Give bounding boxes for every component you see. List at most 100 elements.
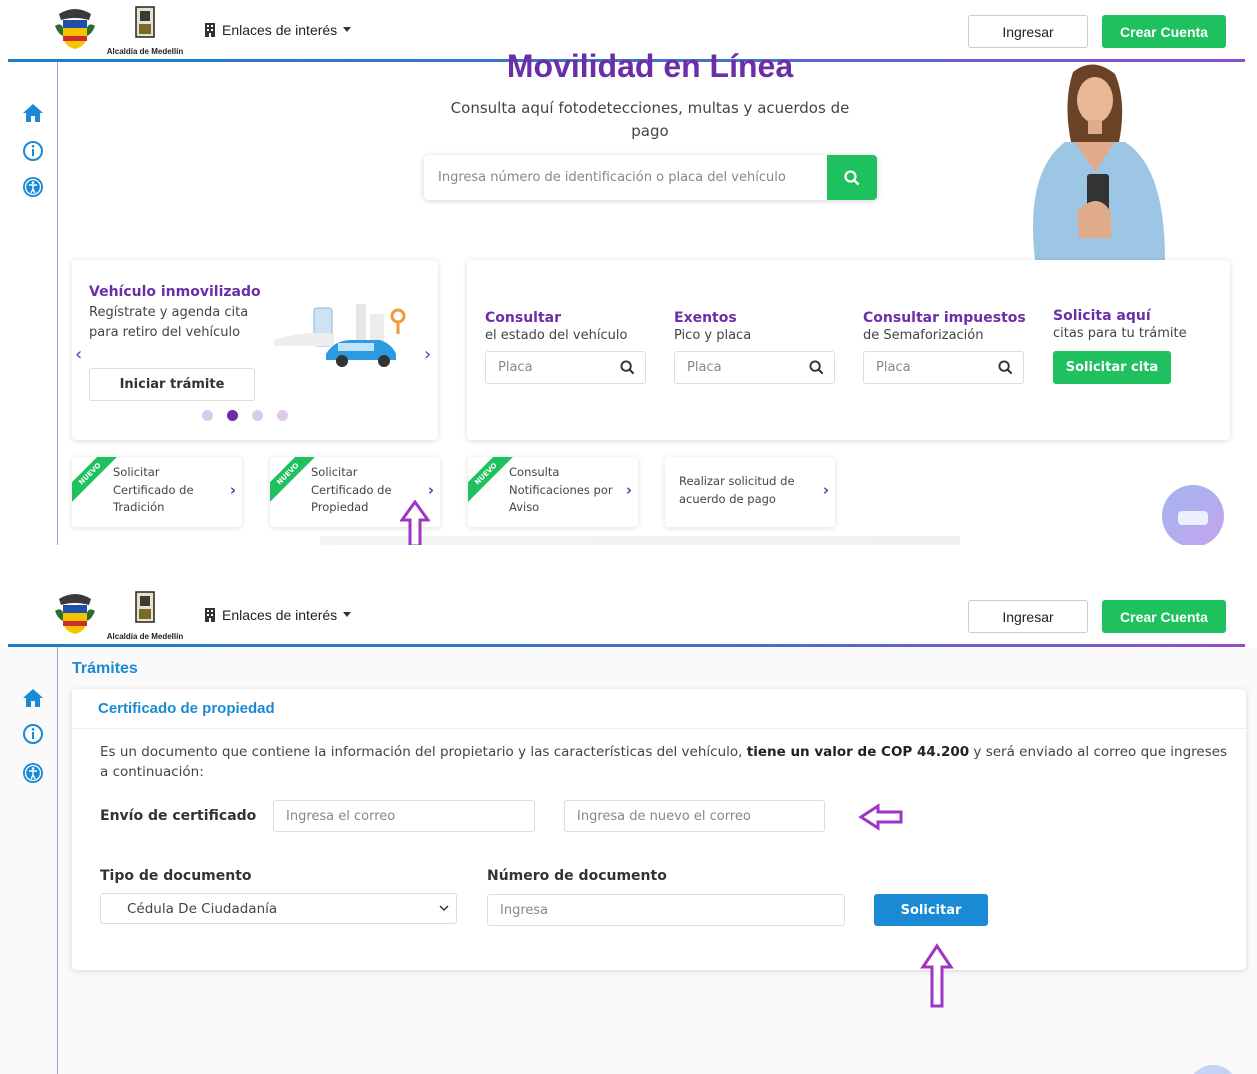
email-field[interactable] bbox=[273, 800, 535, 832]
info-icon[interactable] bbox=[22, 723, 44, 745]
medellin-logo-text: Alcaldía de Medellín bbox=[106, 632, 184, 641]
building-icon bbox=[205, 23, 215, 37]
query-subtitle: Pico y placa bbox=[674, 328, 752, 343]
carousel-dots bbox=[202, 410, 288, 421]
section-title: Trámites bbox=[72, 660, 138, 677]
chatbot-button[interactable] bbox=[1188, 1065, 1238, 1074]
medellin-seal-icon bbox=[135, 591, 155, 623]
desc-text: Es un documento que contiene la informac… bbox=[100, 744, 747, 760]
medellin-logo-text: Alcaldía de Medellín bbox=[106, 47, 184, 56]
top-header: Alcaldía de Medellín Enlaces de interés … bbox=[0, 585, 1257, 647]
chatbot-button[interactable] bbox=[1162, 485, 1224, 545]
signup-button[interactable]: Crear Cuenta bbox=[1102, 15, 1226, 48]
info-icon[interactable] bbox=[22, 140, 44, 162]
carousel-dot[interactable] bbox=[202, 410, 213, 421]
chevron-right-icon[interactable]: › bbox=[424, 344, 431, 365]
chevron-right-icon: › bbox=[229, 481, 236, 499]
doc-type-select[interactable]: Cédula De Ciudadanía bbox=[100, 893, 457, 924]
rail-divider bbox=[57, 62, 58, 545]
carousel-dot[interactable] bbox=[277, 410, 288, 421]
query-vehicle-status: Consultar el estado del vehículo bbox=[485, 310, 660, 384]
medellin-logo: Alcaldía de Medellín bbox=[104, 591, 186, 641]
carousel-dot-active[interactable] bbox=[227, 410, 238, 421]
links-dropdown[interactable]: Enlaces de interés bbox=[204, 607, 352, 623]
query-subtitle: citas para tu trámite bbox=[1053, 326, 1187, 341]
query-title: Solicita aquí bbox=[1053, 308, 1151, 324]
carousel-card: Vehículo inmovilizado Regístrate y agend… bbox=[72, 260, 438, 440]
tile-payment-agreement[interactable]: Realizar solicitud de acuerdo de pago › bbox=[665, 457, 835, 527]
accessibility-icon[interactable] bbox=[22, 176, 44, 198]
chevron-right-icon: › bbox=[822, 481, 829, 499]
query-appointment: Solicita aquí citas para tu trámite Soli… bbox=[1053, 308, 1228, 384]
plate-input[interactable] bbox=[486, 352, 611, 383]
chatbot-icon bbox=[1178, 511, 1208, 525]
colombia-shield-logo bbox=[55, 594, 95, 634]
query-title: Exentos bbox=[674, 310, 737, 326]
home-icon[interactable] bbox=[22, 102, 44, 124]
search-icon[interactable] bbox=[998, 360, 1013, 375]
tile-label: Consulta Notificaciones por Aviso bbox=[509, 465, 613, 514]
plate-input[interactable] bbox=[864, 352, 989, 383]
search-icon[interactable] bbox=[620, 360, 635, 375]
links-label: Enlaces de interés bbox=[222, 607, 338, 623]
login-button[interactable]: Ingresar bbox=[968, 15, 1088, 48]
arrow-left-icon bbox=[858, 803, 903, 831]
rail-divider bbox=[57, 647, 58, 1074]
query-subtitle: el estado del vehículo bbox=[485, 328, 628, 343]
certificate-screenshot: Alcaldía de Medellín Enlaces de interés … bbox=[0, 585, 1257, 1074]
home-screenshot: Alcaldía de Medellín Enlaces de interés … bbox=[0, 0, 1257, 545]
send-certificate-label: Envío de certificado bbox=[100, 808, 257, 824]
submit-button[interactable]: Solicitar bbox=[874, 894, 988, 926]
query-subtitle: de Semaforización bbox=[863, 328, 984, 343]
chevron-down-icon bbox=[343, 27, 352, 32]
hero-search-button[interactable] bbox=[827, 155, 877, 200]
doc-number-label: Número de documento bbox=[487, 868, 667, 884]
header-divider bbox=[8, 644, 1245, 647]
carousel-title: Vehículo inmovilizado bbox=[89, 284, 261, 300]
search-icon bbox=[844, 169, 860, 185]
medellin-logo: Alcaldía de Medellín bbox=[104, 6, 186, 56]
building-icon bbox=[205, 608, 215, 622]
certificate-form-card: Certificado de propiedad Es un documento… bbox=[72, 689, 1246, 970]
login-button[interactable]: Ingresar bbox=[968, 600, 1088, 633]
request-appointment-button[interactable]: Solicitar cita bbox=[1053, 351, 1171, 384]
accessibility-icon[interactable] bbox=[22, 762, 44, 784]
query-exempt: Exentos Pico y placa bbox=[674, 310, 849, 384]
carousel-dot[interactable] bbox=[252, 410, 263, 421]
doc-number-input[interactable] bbox=[487, 894, 845, 926]
links-dropdown[interactable]: Enlaces de interés bbox=[204, 22, 352, 38]
tile-notifications[interactable]: NUEVO Consulta Notificaciones por Aviso … bbox=[468, 457, 638, 527]
home-icon[interactable] bbox=[22, 687, 44, 709]
arrow-up-icon bbox=[400, 500, 430, 545]
search-icon[interactable] bbox=[809, 360, 824, 375]
plate-field bbox=[674, 351, 835, 384]
plate-input[interactable] bbox=[675, 352, 800, 383]
card-header: Certificado de propiedad bbox=[72, 689, 1246, 729]
card-title: Certificado de propiedad bbox=[98, 700, 275, 717]
signup-button[interactable]: Crear Cuenta bbox=[1102, 600, 1226, 633]
quick-queries-card: Consultar el estado del vehículo Exentos… bbox=[467, 260, 1230, 440]
tile-tradition-certificate[interactable]: NUEVO Solicitar Certificado de Tradición… bbox=[72, 457, 242, 527]
plate-field bbox=[485, 351, 646, 384]
chevron-left-icon[interactable]: ‹ bbox=[75, 344, 82, 365]
separator bbox=[0, 545, 1257, 585]
carousel-description: Regístrate y agenda cita para retiro del… bbox=[89, 305, 249, 340]
arrow-up-icon bbox=[920, 943, 954, 1008]
chevron-down-icon bbox=[343, 612, 352, 617]
hero-woman-image bbox=[1033, 64, 1165, 260]
hero-search bbox=[424, 155, 877, 200]
hero-search-input[interactable] bbox=[424, 155, 827, 200]
links-label: Enlaces de interés bbox=[222, 22, 338, 38]
chevron-down-icon bbox=[439, 905, 449, 912]
desc-price: tiene un valor de COP 44.200 bbox=[746, 744, 970, 760]
hero-title: Movilidad en Línea bbox=[506, 48, 794, 84]
certificate-description: Es un documento que contiene la informac… bbox=[100, 742, 1234, 782]
colombia-shield-logo bbox=[55, 9, 95, 49]
plate-field bbox=[863, 351, 1024, 384]
query-title: Consultar bbox=[485, 310, 562, 326]
tile-label: Realizar solicitud de acuerdo de pago bbox=[679, 474, 795, 506]
email-confirm-field[interactable] bbox=[564, 800, 825, 832]
chevron-right-icon: › bbox=[427, 481, 434, 499]
start-procedure-button[interactable]: Iniciar trámite bbox=[89, 368, 255, 401]
doc-type-value: Cédula De Ciudadanía bbox=[127, 901, 278, 917]
